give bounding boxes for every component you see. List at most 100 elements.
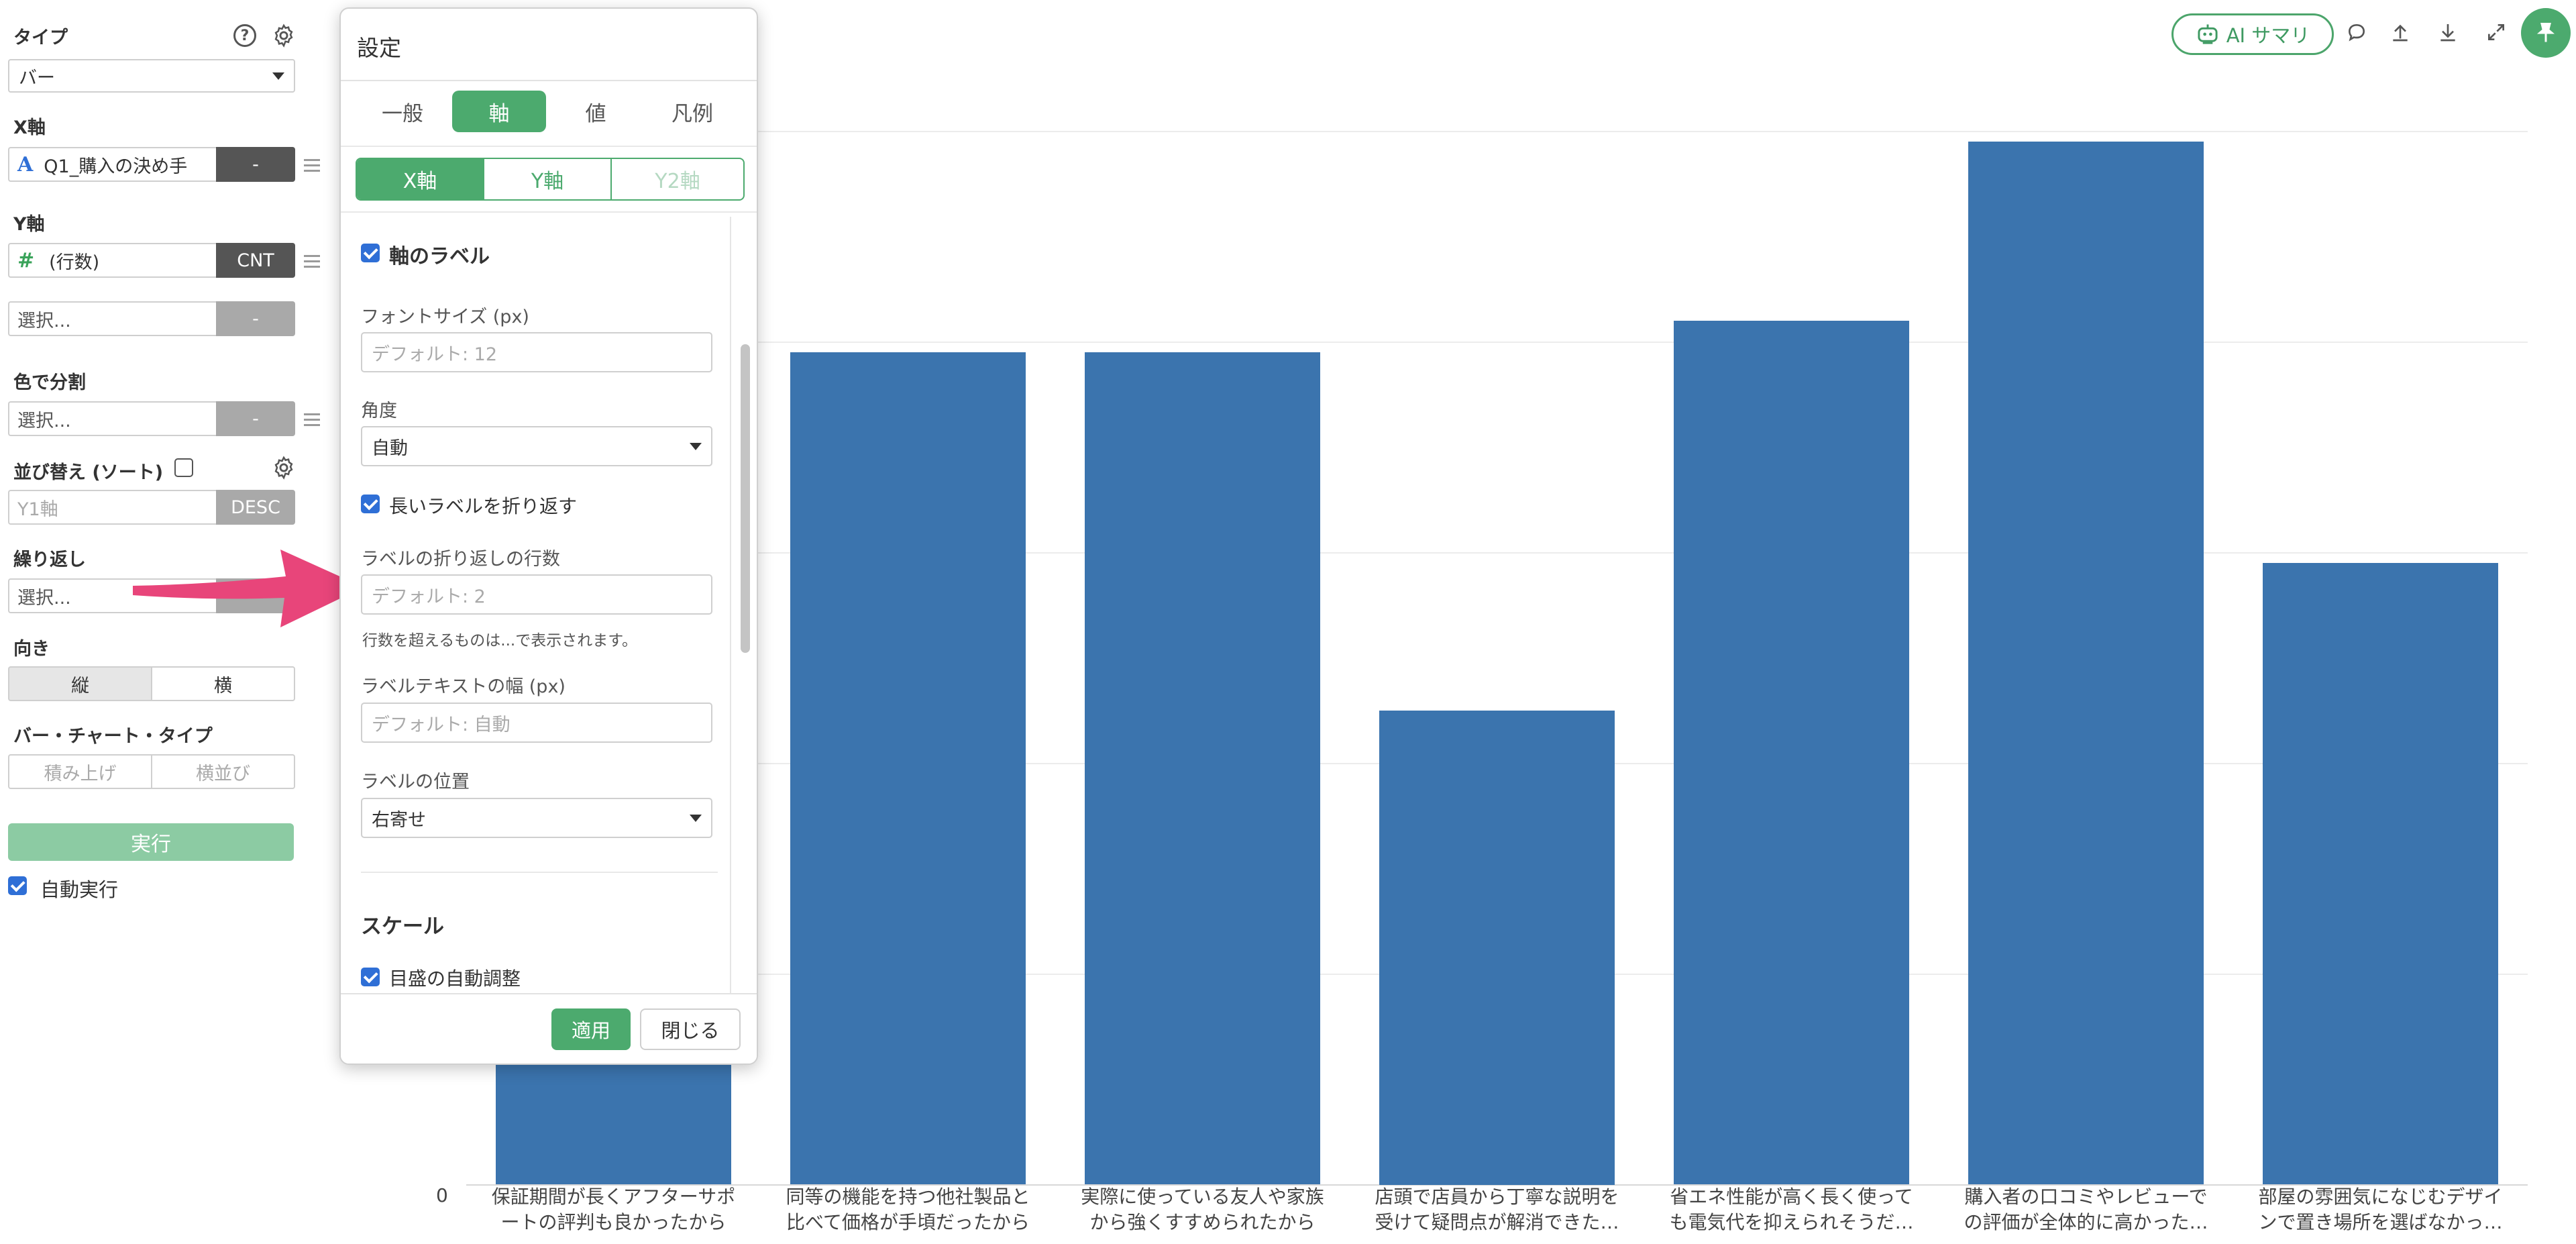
x-tick-label-line: も電気代を抑えられそうだ… [1669,1211,1914,1233]
y2-aggregation-button[interactable]: - [216,301,295,336]
help-icon[interactable]: ? [233,24,256,47]
x-tick-label-7: 部屋の雰囲気になじむデザイ ンで置き場所を選ばなかっ… [2233,1184,2528,1235]
orientation-vertical[interactable]: 縦 [8,666,152,701]
x-tick-label-line: 受けて疑問点が解消できた… [1375,1211,1619,1233]
x-tick-label-line: 店頭で店員から丁寧な説明を [1375,1186,1619,1208]
drag-handle-icon[interactable] [304,156,320,175]
label-position-select[interactable]: 右寄せ [361,798,712,838]
font-size-label: フォントサイズ (px) [361,307,529,327]
auto-tick-label: 目盛の自動調整 [389,968,521,990]
axis-tabs: X軸 Y軸 Y2軸 [356,158,745,201]
bar-type-toggle[interactable]: 積み上げ 横並び [8,754,295,789]
scale-header: スケール [361,915,444,939]
number-type-icon: # [17,248,35,272]
bar-3[interactable] [1085,352,1320,1184]
type-label: タイプ [13,28,68,48]
axis-label-checkbox-label: 軸のラベル [389,245,490,268]
x-tick-label-1: 保証期間が長くアフターサポ ートの評判も良かったから [466,1184,761,1235]
angle-value: 自動 [372,437,408,459]
chevron-down-icon [690,814,702,822]
x-tick-label-line: 購入者の口コミやレビューで [1964,1186,2208,1208]
x-tick-label-line: 同等の機能を持つ他社製品と [786,1186,1030,1208]
wrap-checkbox[interactable] [361,495,380,513]
robot-icon [2198,24,2218,44]
orientation-horizontal[interactable]: 横 [152,666,295,701]
color-split-field[interactable]: 選択... [8,401,216,436]
sort-order-button[interactable]: DESC [216,490,295,525]
axis-tab-x[interactable]: X軸 [357,159,483,199]
bar-type-grouped[interactable]: 横並び [152,754,295,789]
sort-gear-icon[interactable] [271,455,297,480]
tab-values[interactable]: 値 [549,91,643,132]
pin-button[interactable] [2521,8,2571,58]
x-field-name: Q1_購入の決め手 [44,156,188,177]
scrollbar[interactable] [741,344,750,653]
scroll-track-edge [730,217,731,995]
ai-summary-label: AI サマリ [2226,24,2310,47]
settings-dialog: 設定 一般 軸 値 凡例 X軸 Y軸 Y2軸 軸のラベル フォントサイズ (px… [339,7,758,1065]
download-icon[interactable] [2431,15,2465,49]
x-aggregation-button[interactable]: - [216,147,295,182]
axis-label-checkbox[interactable] [361,244,380,262]
angle-select[interactable]: 自動 [361,426,712,466]
bar-type-stacked[interactable]: 積み上げ [8,754,152,789]
y-axis-label: Y軸 [13,214,45,235]
sort-field[interactable]: Y1軸 [8,490,216,525]
orientation-label: 向き [13,639,50,660]
drag-handle-icon[interactable] [304,410,320,429]
chevron-down-icon [272,72,284,80]
font-size-input[interactable]: デフォルト: 12 [361,332,712,372]
bar-7[interactable] [2263,563,2498,1184]
gridline [466,131,2528,132]
auto-tick-checkbox[interactable] [361,968,380,986]
x-tick-label-line: 部屋の雰囲気になじむデザイ [2258,1186,2503,1208]
gridline [466,552,2528,554]
x-axis-field[interactable]: A Q1_購入の決め手 [8,147,216,182]
x-axis-label: X軸 [13,117,46,138]
divider [361,872,718,873]
label-position-label: ラベルの位置 [361,772,470,792]
text-width-label: ラベルテキストの幅 (px) [361,676,566,697]
sort-checkbox[interactable] [174,458,193,477]
pin-icon [2536,23,2555,42]
x-tick-label-line: 比べて価格が手頃だったから [786,1211,1030,1233]
run-button[interactable]: 実行 [8,823,294,861]
tab-general[interactable]: 一般 [356,91,449,132]
bar-6[interactable] [1968,142,2204,1184]
orientation-toggle[interactable]: 縦 横 [8,666,295,701]
ai-summary-button[interactable]: AI サマリ [2171,13,2334,55]
drag-handle-icon[interactable] [304,252,320,271]
upload-icon[interactable] [2383,15,2417,49]
x-tick-label-line: から強くすすめられたから [1089,1211,1316,1233]
divider [341,80,757,81]
divider [341,146,757,147]
dialog-title: 設定 [357,35,401,61]
expand-icon[interactable] [2479,15,2513,49]
close-button[interactable]: 閉じる [640,1008,741,1050]
y-aggregation-button[interactable]: CNT [216,243,295,278]
bar-4[interactable] [1379,711,1615,1185]
tab-axis[interactable]: 軸 [452,91,546,132]
auto-run-checkbox[interactable] [8,876,27,895]
annotation-arrow [133,550,364,627]
bar-5[interactable] [1674,321,1909,1184]
apply-button[interactable]: 適用 [551,1008,631,1050]
y-axis-field[interactable]: # (行数) [8,243,216,278]
y2-axis-field[interactable]: 選択... [8,301,216,336]
color-aggregation-button[interactable]: - [216,401,295,436]
x-tick-label-3: 実際に使っている友人や家族 から強くすすめられたから [1055,1184,1350,1235]
axis-tab-y2[interactable]: Y2軸 [610,159,743,199]
comment-icon[interactable] [2340,15,2373,49]
chart-type-select[interactable]: バー [8,59,295,93]
gear-icon[interactable] [271,23,297,48]
text-width-input[interactable]: デフォルト: 自動 [361,703,712,743]
wrap-lines-label: ラベルの折り返しの行数 [361,549,560,570]
tab-legend[interactable]: 凡例 [645,91,739,132]
chevron-down-icon [690,442,702,450]
x-tick-label-line: ンで置き場所を選ばなかっ… [2258,1211,2503,1233]
wrap-lines-hint: 行数を超えるものは...で表示されます。 [362,632,637,650]
bar-2[interactable] [790,352,1026,1184]
wrap-lines-input[interactable]: デフォルト: 2 [361,574,712,615]
axis-tab-y[interactable]: Y軸 [483,159,610,199]
label-position-value: 右寄せ [372,809,426,831]
